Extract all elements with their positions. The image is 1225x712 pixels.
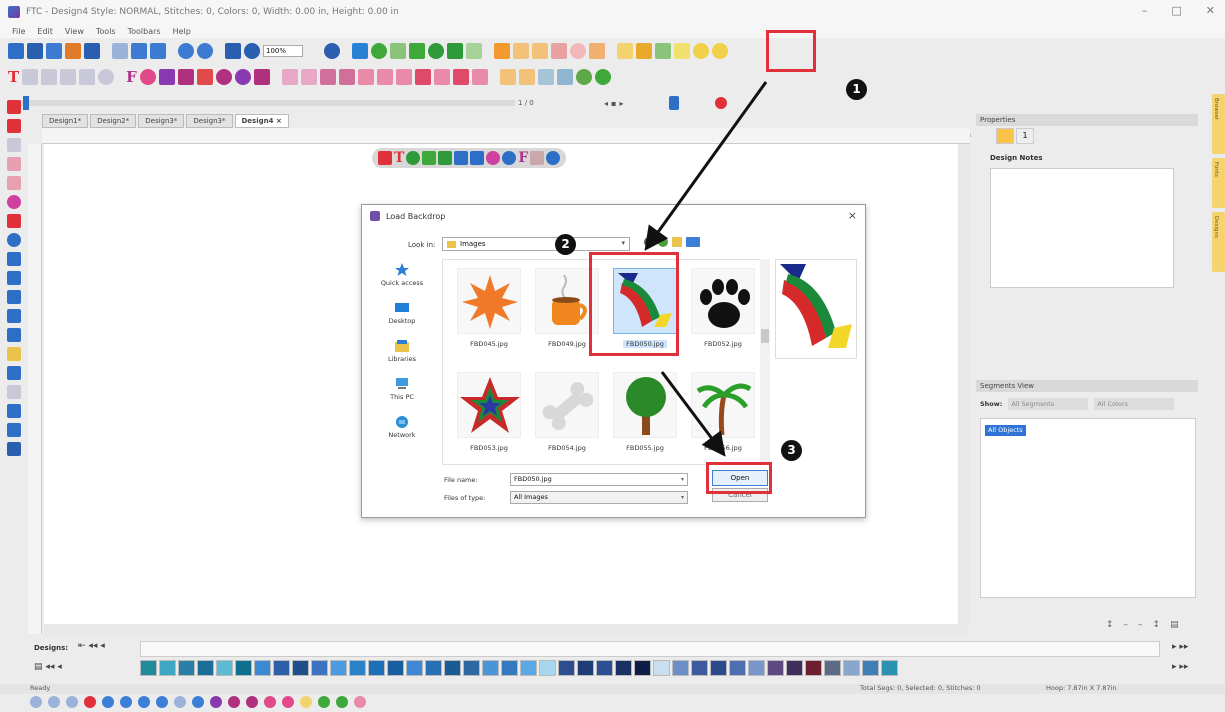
arrow-file-to-open xyxy=(660,371,726,457)
app-window: FTC - Design4 Style: NORMAL, Stitches: 0… xyxy=(0,0,1225,712)
annotation-arrows xyxy=(644,81,768,457)
arrow-step1-to-file xyxy=(644,81,768,251)
